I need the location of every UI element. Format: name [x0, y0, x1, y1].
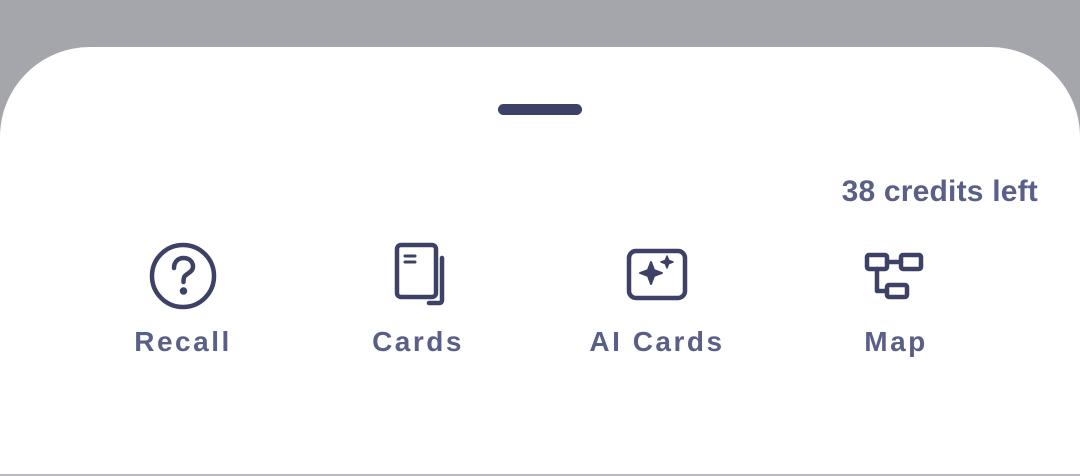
- bottom-sheet: 38 credits left Recall Cards AI Cards Ma…: [0, 47, 1080, 476]
- map-hierarchy-icon: [860, 240, 932, 312]
- question-circle-icon: [147, 240, 219, 312]
- action-row: Recall Cards AI Cards Map: [0, 240, 1080, 370]
- cards-stack-icon: [382, 240, 454, 312]
- map-label: Map: [864, 326, 928, 357]
- map-button[interactable]: Map: [786, 240, 1006, 370]
- cards-label: Cards: [372, 326, 464, 357]
- ai-cards-label: AI Cards: [589, 326, 725, 357]
- drag-handle[interactable]: [498, 104, 582, 115]
- ai-cards-button[interactable]: AI Cards: [547, 240, 767, 370]
- recall-button[interactable]: Recall: [73, 240, 293, 370]
- cards-button[interactable]: Cards: [308, 240, 528, 370]
- credits-remaining: 38 credits left: [841, 175, 1038, 208]
- recall-label: Recall: [134, 326, 232, 357]
- ai-sparkle-icon: [621, 240, 693, 312]
